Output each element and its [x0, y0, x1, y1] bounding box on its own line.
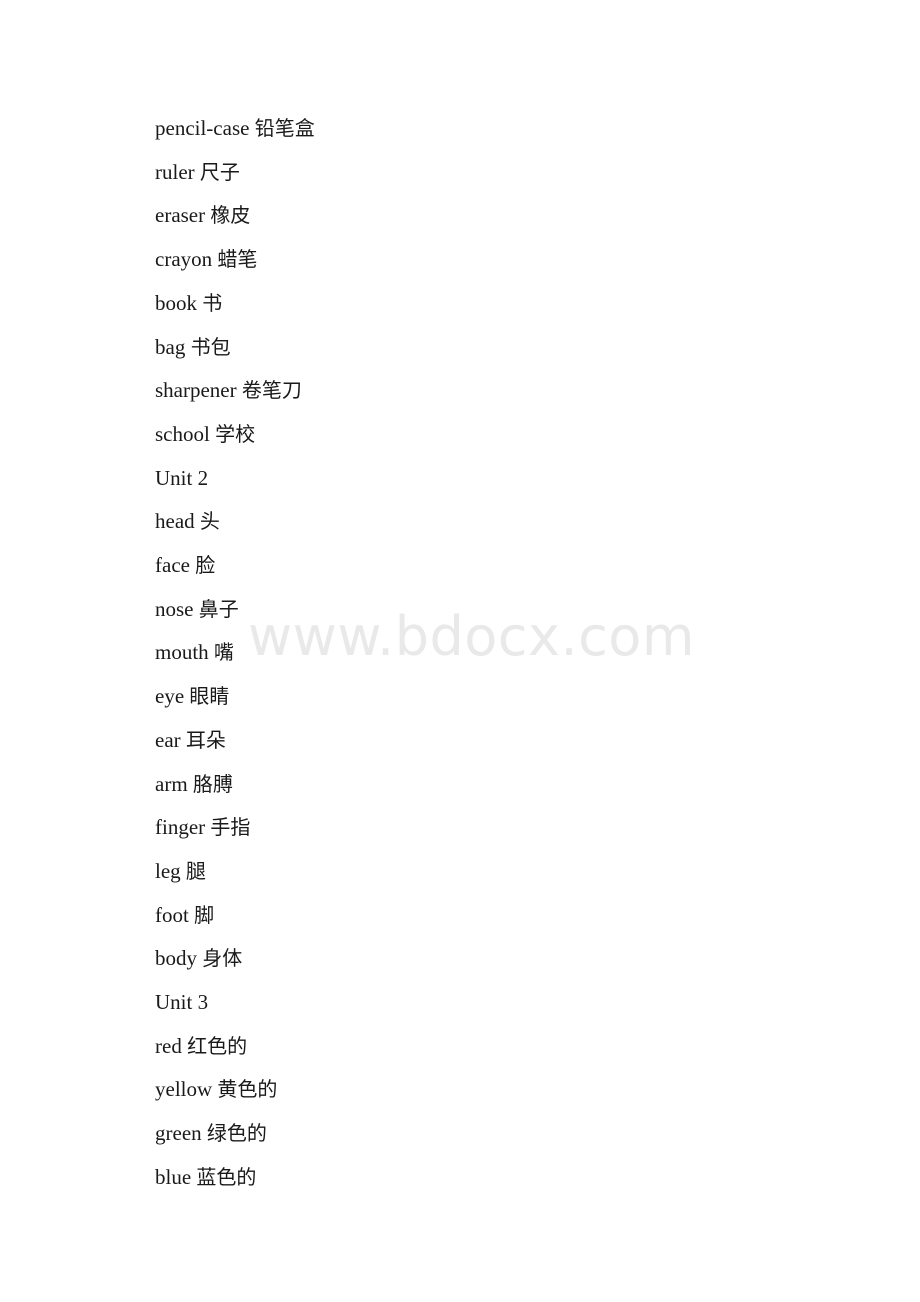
vocabulary-term-english: green [155, 1121, 202, 1146]
vocabulary-term-chinese: 书包 [190, 334, 231, 359]
vocabulary-list: pencil-case 铅笔盒 ruler 尺子 eraser 橡皮 crayon 蜡… [155, 107, 855, 1200]
vocabulary-term-english: crayon [155, 247, 213, 272]
vocabulary-line: eraser 橡皮 [155, 194, 855, 238]
vocabulary-term-english: leg [155, 858, 181, 883]
vocabulary-term-english: mouth [155, 640, 209, 665]
vocabulary-line: crayon 蜡笔 [155, 238, 855, 282]
vocabulary-line: Unit 3 [155, 981, 855, 1025]
vocabulary-term-chinese: 橡皮 [210, 203, 251, 228]
vocabulary-term-english: book [155, 290, 197, 315]
vocabulary-term-english: eraser [155, 203, 206, 228]
vocabulary-line: red 红色的 [155, 1025, 855, 1069]
vocabulary-term-english: school [155, 421, 210, 446]
vocabulary-term-chinese: 蜡笔 [217, 247, 258, 272]
vocabulary-term-chinese: 绿色的 [206, 1121, 267, 1146]
vocabulary-line: body 身体 [155, 937, 855, 981]
vocabulary-term-chinese: 脚 [194, 902, 215, 927]
vocabulary-line: blue 蓝色的 [155, 1156, 855, 1200]
vocabulary-line: face 脸 [155, 544, 855, 588]
vocabulary-line: sharpener 卷笔刀 [155, 369, 855, 413]
vocabulary-term-chinese: 蓝色的 [196, 1164, 257, 1189]
vocabulary-term-english: red [155, 1033, 182, 1058]
vocabulary-line: green 绿色的 [155, 1112, 855, 1156]
vocabulary-term-english: ear [155, 727, 181, 752]
vocabulary-term-english: face [155, 553, 190, 578]
vocabulary-term-chinese: 红色的 [187, 1033, 248, 1058]
vocabulary-term-chinese: 手指 [210, 815, 251, 840]
vocabulary-term-english: head [155, 509, 195, 534]
vocabulary-term-english: pencil-case [155, 116, 250, 140]
vocabulary-term-english: arm [155, 771, 188, 796]
vocabulary-term-chinese: 头 [199, 509, 220, 534]
vocabulary-line: arm 胳膊 [155, 763, 855, 807]
vocabulary-term-english: eye [155, 684, 185, 709]
vocabulary-line: mouth 嘴 [155, 631, 855, 675]
vocabulary-line: pencil-case 铅笔盒 [155, 107, 855, 151]
vocabulary-line: bag 书包 [155, 326, 855, 370]
vocabulary-term-chinese: 鼻子 [198, 596, 239, 621]
vocabulary-term-chinese: 眼睛 [189, 684, 230, 709]
vocabulary-term-chinese: 脸 [195, 553, 216, 578]
vocabulary-line: leg 腿 [155, 850, 855, 894]
vocabulary-line: nose 鼻子 [155, 588, 855, 632]
vocabulary-term-english: Unit 3 [155, 990, 209, 1015]
vocabulary-term-chinese: 腿 [185, 858, 206, 883]
vocabulary-term-chinese: 胳膊 [192, 771, 233, 796]
vocabulary-line: ear 耳朵 [155, 719, 855, 763]
vocabulary-term-chinese: 嘴 [213, 640, 234, 665]
vocabulary-line: finger 手指 [155, 806, 855, 850]
vocabulary-line: school 学校 [155, 413, 855, 457]
vocabulary-line: head 头 [155, 500, 855, 544]
vocabulary-term-english: Unit 2 [155, 465, 209, 490]
vocabulary-term-english: foot [155, 902, 189, 927]
vocabulary-line: eye 眼睛 [155, 675, 855, 719]
vocabulary-term-chinese: 铅笔盒 [254, 116, 315, 140]
vocabulary-term-chinese: 书 [202, 290, 223, 315]
vocabulary-line: yellow 黄色的 [155, 1068, 855, 1112]
vocabulary-term-english: ruler [155, 159, 195, 184]
vocabulary-line: ruler 尺子 [155, 151, 855, 195]
vocabulary-term-english: blue [155, 1164, 192, 1189]
vocabulary-term-english: body [155, 946, 197, 971]
vocabulary-term-chinese: 黄色的 [217, 1077, 278, 1102]
vocabulary-line: foot 脚 [155, 894, 855, 938]
vocabulary-term-chinese: 学校 [215, 421, 256, 446]
vocabulary-term-english: sharpener [155, 378, 237, 403]
document-page: www.bdocx.com pencil-case 铅笔盒 ruler 尺子 era… [0, 0, 920, 1302]
vocabulary-term-chinese: 耳朵 [185, 727, 226, 752]
vocabulary-term-english: bag [155, 334, 186, 359]
vocabulary-term-chinese: 身体 [202, 946, 243, 971]
vocabulary-term-english: finger [155, 815, 206, 840]
vocabulary-line: Unit 2 [155, 457, 855, 501]
vocabulary-term-chinese: 尺子 [199, 159, 240, 184]
vocabulary-term-english: nose [155, 596, 194, 621]
vocabulary-line: book 书 [155, 282, 855, 326]
vocabulary-term-chinese: 卷笔刀 [241, 378, 302, 403]
vocabulary-term-english: yellow [155, 1077, 213, 1102]
